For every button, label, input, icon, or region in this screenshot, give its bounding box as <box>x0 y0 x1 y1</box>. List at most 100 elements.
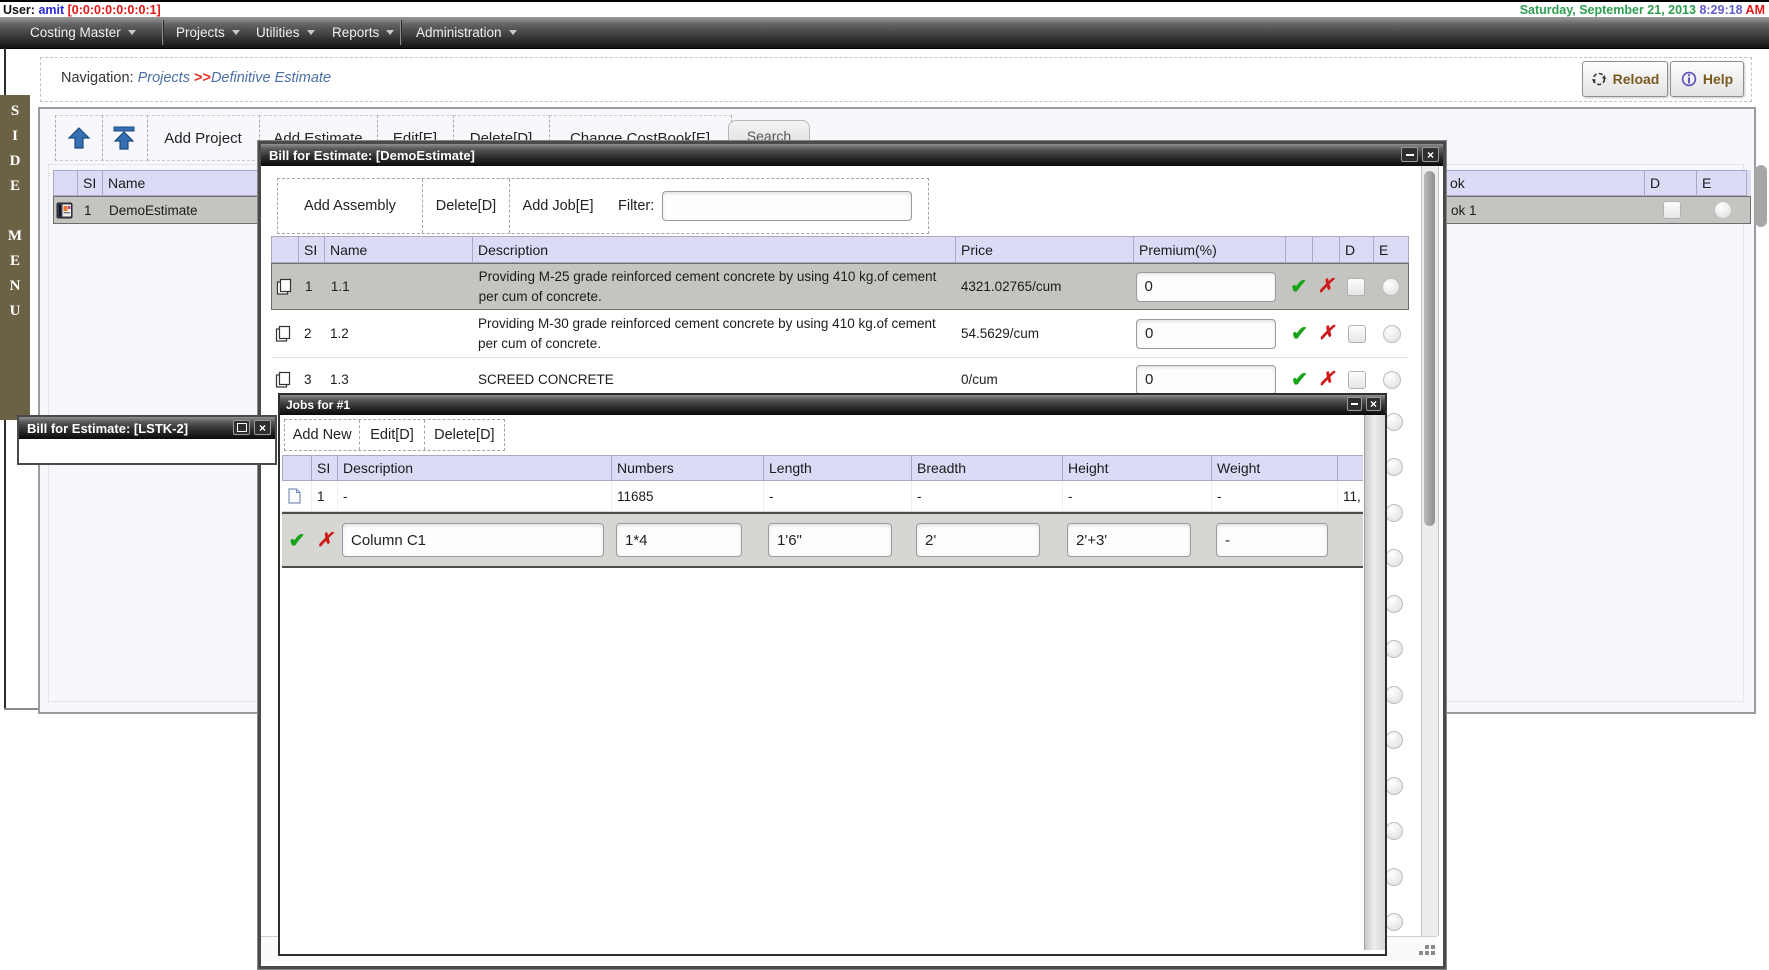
height-input[interactable] <box>1067 523 1191 557</box>
add-job-button[interactable]: Add Job[E] <box>510 179 606 233</box>
length-input[interactable] <box>768 523 892 557</box>
breadth-input[interactable] <box>916 523 1040 557</box>
edit-radio[interactable] <box>1385 731 1403 749</box>
edit-radio[interactable] <box>1385 413 1403 431</box>
delete-button[interactable]: Delete[D] <box>425 420 504 450</box>
breadcrumb-definitive-estimate[interactable]: Definitive Estimate <box>211 70 331 86</box>
add-project-button[interactable]: Add Project <box>147 115 260 161</box>
close-icon[interactable]: × <box>254 420 271 435</box>
breadcrumb-projects[interactable]: Projects <box>138 70 190 86</box>
green-check-icon[interactable]: ✔ <box>1285 264 1312 309</box>
move-up-button[interactable] <box>55 115 103 161</box>
premium-input[interactable] <box>1136 272 1276 302</box>
copy-pages-icon <box>275 371 292 389</box>
green-check-icon[interactable]: ✔ <box>282 514 312 566</box>
filter-input[interactable] <box>662 191 912 221</box>
side-menu[interactable]: S I D E M E N U <box>0 95 30 420</box>
d-column-header: D <box>1340 236 1374 263</box>
red-x-icon[interactable]: ✗ <box>312 514 338 566</box>
edit-radio[interactable] <box>1385 458 1403 476</box>
lstk-titlebar[interactable]: Bill for Estimate: [LSTK-2] × <box>19 417 275 439</box>
red-x-icon[interactable]: ✗ <box>1313 310 1340 357</box>
length-column-header: Length <box>764 455 912 481</box>
row-description-cell: - <box>338 481 612 511</box>
bill-row-1[interactable]: 1 1.1 Providing M-25 grade reinforced ce… <box>271 263 1409 310</box>
chevron-down-icon <box>128 30 136 35</box>
add-assembly-button[interactable]: Add Assembly <box>278 179 423 233</box>
bill-dialog-vscrollbar[interactable] <box>1421 166 1439 936</box>
delete-button[interactable]: Delete[D] <box>423 179 510 233</box>
edit-radio[interactable] <box>1385 504 1403 522</box>
menu-item-administration[interactable]: Administration <box>416 17 517 48</box>
edit-radio[interactable] <box>1383 325 1401 343</box>
edit-radio[interactable] <box>1383 371 1401 389</box>
weight-input[interactable] <box>1216 523 1328 557</box>
delete-label: Delete[D] <box>434 427 494 443</box>
close-icon[interactable]: × <box>1422 147 1439 162</box>
si-column-header: SI <box>78 170 103 196</box>
description-input[interactable] <box>342 523 604 557</box>
menu-separator <box>400 20 401 45</box>
resize-grip[interactable] <box>1425 945 1429 949</box>
edit-radio[interactable] <box>1385 868 1403 886</box>
edit-radio[interactable] <box>1382 278 1400 296</box>
edit-radio[interactable] <box>1385 549 1403 567</box>
lstk-title: Bill for Estimate: [LSTK-2] <box>27 421 188 436</box>
close-icon[interactable]: × <box>1366 397 1381 411</box>
delete-checkbox[interactable] <box>1348 325 1366 343</box>
delete-checkbox[interactable] <box>1663 201 1681 219</box>
breadcrumb-strip: Navigation: Projects >>Definitive Estima… <box>40 57 1752 102</box>
numbers-input[interactable] <box>616 523 742 557</box>
menu-item-reports[interactable]: Reports <box>332 17 394 48</box>
copy-pages-icon <box>275 325 292 343</box>
side-menu-letter: E <box>0 253 30 270</box>
row-icon-cell <box>282 481 312 511</box>
green-check-icon[interactable]: ✔ <box>1286 310 1313 357</box>
menu-item-costing-master[interactable]: Costing Master <box>30 17 136 48</box>
info-icon <box>1681 71 1697 87</box>
menu-item-label: Reports <box>332 25 379 40</box>
add-new-button[interactable]: Add New <box>285 420 360 450</box>
edit-radio[interactable] <box>1385 686 1403 704</box>
delete-checkbox[interactable] <box>1348 371 1366 389</box>
bill-dialog-titlebar[interactable]: Bill for Estimate: [DemoEstimate] × <box>261 144 1443 166</box>
edit-radio[interactable] <box>1385 777 1403 795</box>
minimize-icon[interactable] <box>1347 397 1362 411</box>
jobs-window-vscrollbar[interactable] <box>1364 415 1385 950</box>
restore-icon[interactable] <box>233 420 250 435</box>
page-scrollbar-thumb[interactable] <box>1755 165 1767 227</box>
help-button[interactable]: Help <box>1670 61 1744 97</box>
icon-column-header <box>271 236 299 263</box>
row-e-cell <box>1373 264 1408 309</box>
edit-radio[interactable] <box>1385 595 1403 613</box>
menu-item-projects[interactable]: Projects <box>176 17 240 48</box>
job-row-1[interactable]: 1 - 11685 - - - - 11, <box>282 481 1363 512</box>
edit-radio[interactable] <box>1385 640 1403 658</box>
edit-radio[interactable] <box>1385 822 1403 840</box>
reload-button[interactable]: Reload <box>1582 61 1668 97</box>
row-icon-cell <box>54 197 79 223</box>
bill-dialog-toolbar: Add Assembly Delete[D] Add Job[E] Filter… <box>277 178 929 234</box>
edit-button[interactable]: Edit[D] <box>360 420 424 450</box>
menu-item-utilities[interactable]: Utilities <box>256 17 315 48</box>
premium-input[interactable] <box>1136 319 1276 349</box>
price-column-header: Price <box>956 236 1134 263</box>
row-icon-cell <box>271 310 299 357</box>
minimize-icon[interactable] <box>1401 147 1418 162</box>
edit-radio[interactable] <box>1385 913 1403 931</box>
delete-checkbox[interactable] <box>1347 278 1365 296</box>
icon-column-header <box>282 455 312 481</box>
premium-input[interactable] <box>1136 365 1276 395</box>
edit-height-cell <box>1063 514 1212 566</box>
delete-label: Delete[D] <box>436 198 496 214</box>
row-name-cell: 1.2 <box>325 310 473 357</box>
row-length-cell: - <box>764 481 912 511</box>
bill-dialog-vscrollbar-thumb[interactable] <box>1424 171 1435 526</box>
bill-row-2[interactable]: 2 1.2 Providing M-30 grade reinforced ce… <box>271 310 1409 358</box>
edit-radio[interactable] <box>1714 201 1732 219</box>
move-to-top-button[interactable] <box>101 115 148 161</box>
edit-overflow-cell <box>1338 514 1363 566</box>
help-button-label: Help <box>1703 71 1733 87</box>
jobs-window-titlebar[interactable]: Jobs for #1 × <box>280 395 1385 415</box>
red-x-icon[interactable]: ✗ <box>1312 264 1339 309</box>
